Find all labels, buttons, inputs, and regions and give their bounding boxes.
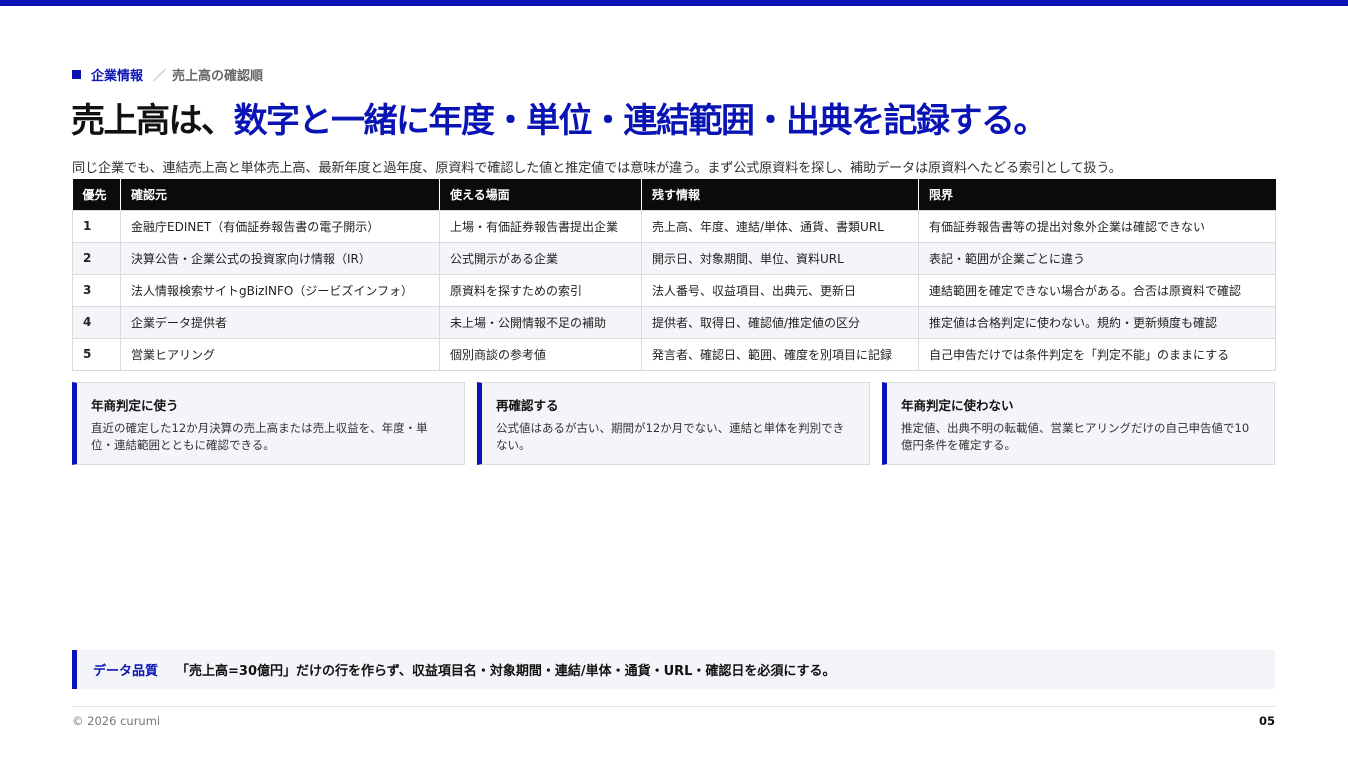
column-header-usage: 使える場面: [439, 179, 642, 210]
source-priority-table: 優先 確認元 使える場面 残す情報 限界 1 金融庁EDINET（有価証券報告書…: [72, 179, 1276, 371]
column-header-source: 確認元: [120, 179, 440, 210]
footer-divider: [72, 706, 1275, 707]
cell-record: 発言者、確認日、範囲、確度を別項目に記録: [641, 337, 919, 371]
cell-usage: 未上場・公開情報不足の補助: [439, 305, 642, 339]
card-body: 直近の確定した12か月決算の売上高または売上収益を、年度・単位・連結範囲とともに…: [91, 421, 428, 452]
data-quality-callout: データ品質 「売上高=30億円」だけの行を作らず、収益項目名・対象期間・連結/単…: [72, 650, 1275, 689]
cell-limits: 推定値は合格判定に使わない。規約・更新頻度も確認: [918, 305, 1276, 339]
cell-limits: 有価証券報告書等の提出対象外企業は確認できない: [918, 209, 1276, 243]
cell-record: 法人番号、収益項目、出典元、更新日: [641, 273, 919, 307]
card-body: 公式値はあるが古い、期間が12か月でない、連結と単体を判別できない。: [496, 421, 845, 452]
table-row: 3 法人情報検索サイトgBizINFO（ジービズインフォ） 原資料を探すための索…: [72, 273, 1276, 307]
cell-usage: 個別商談の参考値: [439, 337, 642, 371]
table-row: 5 営業ヒアリング 個別商談の参考値 発言者、確認日、範囲、確度を別項目に記録 …: [72, 337, 1276, 371]
cell-usage: 原資料を探すための索引: [439, 273, 642, 307]
table-row: 2 決算公告・企業公式の投資家向け情報（IR） 公式開示がある企業 開示日、対象…: [72, 241, 1276, 275]
callout-label: データ品質: [93, 664, 159, 679]
card-reconfirm: 再確認する 公式値はあるが古い、期間が12か月でない、連結と単体を判別できない。: [477, 382, 870, 465]
cell-record: 開示日、対象期間、単位、資料URL: [641, 241, 919, 275]
column-header-priority: 優先: [72, 179, 121, 210]
table-row: 4 企業データ提供者 未上場・公開情報不足の補助 提供者、取得日、確認値/推定値…: [72, 305, 1276, 339]
title-lead: 売上高は、: [71, 100, 235, 141]
cell-usage: 公式開示がある企業: [439, 241, 642, 275]
cell-priority: 5: [72, 337, 121, 371]
cell-priority: 4: [72, 305, 121, 339]
breadcrumb: 企業情報 ／ 売上高の確認順: [72, 64, 263, 84]
card-body: 推定値、出典不明の転載値、営業ヒアリングだけの自己申告値で10億円条件を確定する…: [901, 421, 1250, 452]
cell-priority: 3: [72, 273, 121, 307]
column-header-record: 残す情報: [641, 179, 919, 210]
card-title: 年商判定に使わない: [901, 398, 1014, 413]
copyright-text: © 2026 curumi: [72, 714, 161, 728]
judgment-cards: 年商判定に使う 直近の確定した12か月決算の売上高または売上収益を、年度・単位・…: [72, 382, 1275, 465]
page-number: 05: [1258, 714, 1275, 728]
card-do-not-use: 年商判定に使わない 推定値、出典不明の転載値、営業ヒアリングだけの自己申告値で1…: [882, 382, 1275, 465]
breadcrumb-category: 企業情報: [91, 68, 144, 84]
card-title: 再確認する: [496, 398, 559, 413]
page-title: 売上高は、 数字と一緒に年度・単位・連結範囲・出典を記録する。: [71, 92, 1048, 142]
cell-source: 企業データ提供者: [120, 305, 440, 339]
cell-source: 営業ヒアリング: [120, 337, 440, 371]
cell-priority: 2: [72, 241, 121, 275]
cell-priority: 1: [72, 209, 121, 243]
cell-record: 提供者、取得日、確認値/推定値の区分: [641, 305, 919, 339]
cell-record: 売上高、年度、連結/単体、通貨、書類URL: [641, 209, 919, 243]
card-use-for-judgment: 年商判定に使う 直近の確定した12か月決算の売上高または売上収益を、年度・単位・…: [72, 382, 465, 465]
square-bullet-icon: [72, 69, 81, 79]
cell-limits: 自己申告だけでは条件判定を「判定不能」のままにする: [918, 337, 1276, 371]
cell-source: 法人情報検索サイトgBizINFO（ジービズインフォ）: [120, 273, 440, 307]
card-title: 年商判定に使う: [91, 398, 179, 413]
top-accent-bar: [0, 0, 1348, 6]
cell-limits: 連結範囲を確定できない場合がある。合否は原資料で確認: [918, 273, 1276, 307]
cell-source: 決算公告・企業公式の投資家向け情報（IR）: [120, 241, 440, 275]
cell-limits: 表記・範囲が企業ごとに違う: [918, 241, 1276, 275]
breadcrumb-page: 売上高の確認順: [172, 68, 264, 84]
table-row: 1 金融庁EDINET（有価証券報告書の電子開示） 上場・有価証券報告書提出企業…: [72, 209, 1276, 243]
lede-text: 同じ企業でも、連結売上高と単体売上高、最新年度と過年度、原資料で確認した値と推定…: [72, 161, 1122, 176]
breadcrumb-separator: ／: [153, 68, 167, 84]
title-emphasis: 数字と一緒に年度・単位・連結範囲・出典を記録する。: [233, 100, 1048, 141]
cell-source: 金融庁EDINET（有価証券報告書の電子開示）: [120, 209, 440, 243]
callout-text: 「売上高=30億円」だけの行を作らず、収益項目名・対象期間・連結/単体・通貨・U…: [176, 664, 836, 679]
column-header-limits: 限界: [918, 179, 1276, 210]
cell-usage: 上場・有価証券報告書提出企業: [439, 209, 642, 243]
table-header-row: 優先 確認元 使える場面 残す情報 限界: [72, 179, 1276, 210]
